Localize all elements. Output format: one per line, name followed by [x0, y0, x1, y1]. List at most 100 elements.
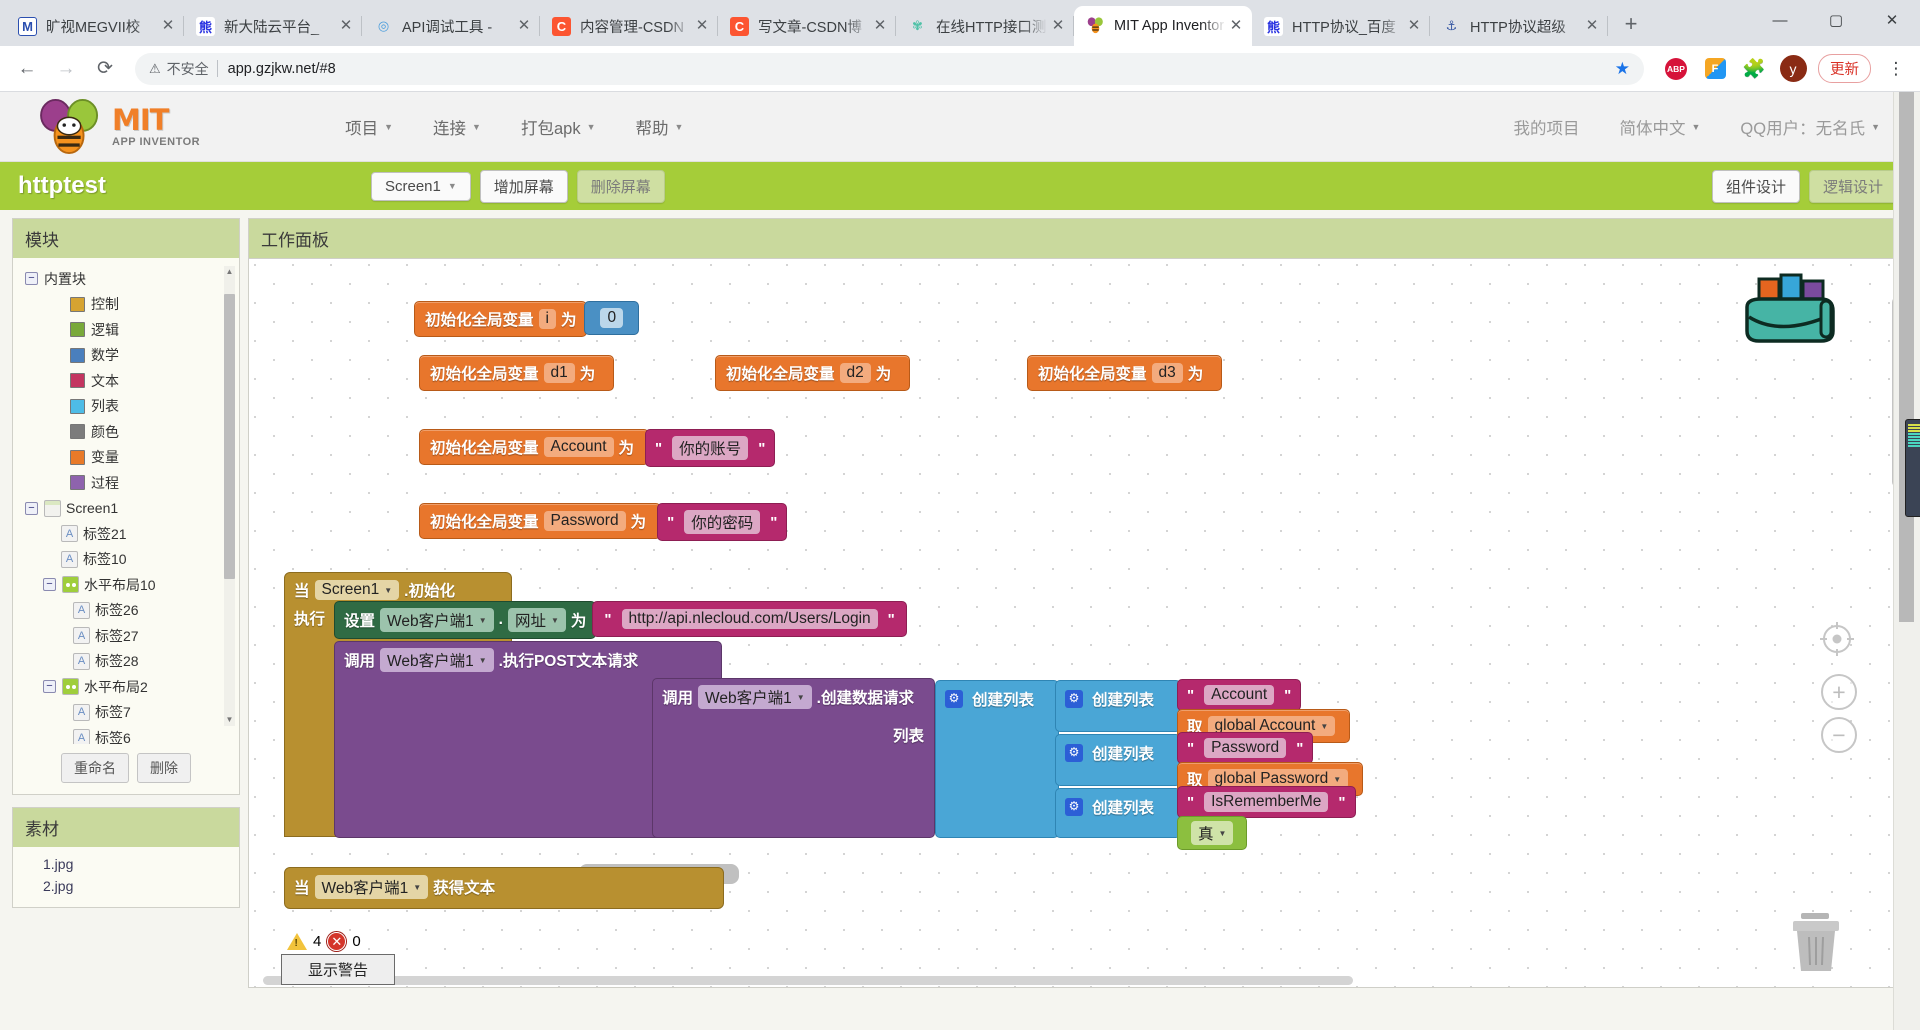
tree-item-label10[interactable]: A 标签10: [13, 547, 223, 573]
tree-item-label6[interactable]: A 标签6: [13, 725, 223, 744]
adblock-plus-icon[interactable]: ABP: [1661, 54, 1691, 84]
maximize-icon[interactable]: ▢: [1808, 0, 1864, 40]
block-make-list-outer[interactable]: ⚙ 创建列表: [935, 680, 1059, 838]
close-icon[interactable]: ✕: [158, 16, 178, 36]
scroll-up-icon[interactable]: ▲: [224, 266, 235, 278]
gear-icon[interactable]: ⚙: [945, 690, 963, 708]
zoom-in-button[interactable]: +: [1821, 674, 1857, 710]
component-dropdown[interactable]: Web客户端1 ▼: [380, 648, 494, 672]
tab-designer[interactable]: 组件设计: [1711, 169, 1800, 203]
text-field[interactable]: Account: [1204, 685, 1275, 705]
text-field[interactable]: Password: [1204, 738, 1287, 758]
palette-item-variables[interactable]: 变量: [13, 445, 223, 471]
close-icon[interactable]: ✕: [692, 16, 712, 36]
close-icon[interactable]: ✕: [1226, 16, 1246, 36]
forward-icon[interactable]: →: [49, 52, 83, 86]
avatar[interactable]: y: [1778, 54, 1808, 84]
blocks-canvas[interactable]: 初始化全局变量 i 为 0 初始化全局变量 d1 为 初始化全局变量 d2 为 …: [248, 258, 1906, 988]
block-call-build-request-data[interactable]: 调用 Web客户端1 ▼ .创建数据请求 列表: [652, 678, 935, 838]
backpack-icon[interactable]: [1737, 271, 1845, 356]
trash-icon[interactable]: [1787, 911, 1845, 973]
screen-selector[interactable]: Screen1 ▼: [370, 171, 471, 201]
puzzle-icon[interactable]: 🧩: [1739, 54, 1769, 84]
block-make-list-password[interactable]: ⚙ 创建列表: [1055, 734, 1181, 786]
browser-menu-icon[interactable]: ⋮: [1880, 54, 1910, 84]
component-dropdown[interactable]: Web客户端1 ▼: [698, 685, 812, 709]
remove-screen-button[interactable]: 删除屏幕: [576, 169, 665, 203]
menu-item-project[interactable]: 项目 ▼: [345, 115, 393, 139]
tree-item-label28[interactable]: A 标签28: [13, 649, 223, 675]
component-dropdown[interactable]: Web客户端1 ▼: [314, 875, 429, 899]
variable-name-field[interactable]: d1: [543, 363, 575, 383]
tree-item-label26[interactable]: A 标签26: [13, 598, 223, 624]
rename-button[interactable]: 重命名: [61, 753, 129, 783]
block-set-web-url[interactable]: 设置 Web客户端1 ▼ . 网址 ▼ 为 " http://api.nlecl…: [334, 601, 907, 639]
block-init-global-account[interactable]: 初始化全局变量 Account 为 " 你的账号 ": [419, 429, 776, 467]
tab-blocks[interactable]: 逻辑设计: [1808, 169, 1897, 203]
close-icon[interactable]: ✕: [870, 16, 890, 36]
text-field[interactable]: 你的密码: [684, 510, 761, 534]
browser-tab[interactable]: 熊 新大陆云平台_ ✕: [184, 6, 362, 46]
browser-tab[interactable]: ⚓ HTTP协议超级 ✕: [1430, 6, 1608, 46]
tree-item-harrange10[interactable]: − 水平布局10: [13, 572, 223, 598]
palette-item-math[interactable]: 数学: [13, 343, 223, 369]
new-tab-button[interactable]: +: [1614, 9, 1648, 43]
minimize-icon[interactable]: —: [1752, 0, 1808, 40]
variable-name-field[interactable]: Account: [543, 437, 614, 457]
palette-item-text[interactable]: 文本: [13, 368, 223, 394]
block-text-account-key[interactable]: " Account ": [1177, 679, 1302, 711]
close-icon[interactable]: ✕: [1048, 16, 1068, 36]
block-init-global-password[interactable]: 初始化全局变量 Password 为 " 你的密码 ": [419, 503, 788, 541]
list-item[interactable]: 2.jpg: [13, 875, 239, 897]
collapse-icon[interactable]: −: [43, 680, 56, 694]
canvas-horizontal-scrollbar[interactable]: [263, 976, 1353, 985]
browser-tab[interactable]: C 内容管理-CSDN ✕: [540, 6, 718, 46]
collapse-icon[interactable]: −: [43, 578, 56, 592]
tree-item-screen1[interactable]: − Screen1: [13, 496, 223, 522]
block-init-global-d1[interactable]: 初始化全局变量 d1 为: [419, 355, 615, 391]
block-init-global-i[interactable]: 初始化全局变量 i 为 0: [414, 301, 640, 337]
mit-app-inventor-logo[interactable]: MIT APP INVENTOR: [32, 98, 200, 155]
browser-tab-active[interactable]: MIT App Inventor ✕: [1074, 6, 1252, 46]
url-text-field[interactable]: http://api.nlecloud.com/Users/Login: [621, 609, 878, 629]
palette-item-lists[interactable]: 列表: [13, 394, 223, 420]
variable-name-field[interactable]: Password: [543, 511, 626, 531]
boolean-dropdown[interactable]: 真 ▼: [1191, 821, 1234, 845]
language-selector[interactable]: 简体中文 ▼: [1619, 115, 1700, 139]
zoom-out-button[interactable]: −: [1821, 717, 1857, 753]
feedly-icon[interactable]: F: [1700, 54, 1730, 84]
close-window-icon[interactable]: ✕: [1864, 0, 1920, 40]
tree-item-label21[interactable]: A 标签21: [13, 521, 223, 547]
tree-item-label27[interactable]: A 标签27: [13, 623, 223, 649]
delete-button[interactable]: 删除: [137, 753, 191, 783]
scrollbar-thumb[interactable]: [1899, 92, 1914, 622]
browser-tab[interactable]: 熊 HTTP协议_百度 ✕: [1252, 6, 1430, 46]
component-dropdown[interactable]: Screen1 ▼: [314, 580, 400, 600]
menu-item-build-apk[interactable]: 打包apk ▼: [521, 115, 596, 139]
page-scrollbar[interactable]: [1893, 92, 1920, 1030]
browser-tab[interactable]: M 旷视MEGVII校 ✕: [6, 6, 184, 46]
add-screen-button[interactable]: 增加屏幕: [479, 169, 568, 203]
update-button[interactable]: 更新: [1818, 54, 1871, 83]
close-icon[interactable]: ✕: [1582, 16, 1602, 36]
tree-item-builtin[interactable]: − 内置块: [13, 266, 223, 292]
block-text-isrememberme-key[interactable]: " IsRememberMe ": [1177, 786, 1356, 818]
browser-tab[interactable]: ◎ API调试工具 - ✕: [362, 6, 540, 46]
collapse-icon[interactable]: −: [25, 501, 38, 515]
gear-icon[interactable]: ⚙: [1065, 798, 1083, 816]
text-field[interactable]: IsRememberMe: [1204, 792, 1329, 812]
variable-name-field[interactable]: i: [538, 309, 556, 329]
variable-name-field[interactable]: d3: [1151, 363, 1183, 383]
block-logic-true[interactable]: 真 ▼: [1177, 816, 1248, 850]
bookmark-star-icon[interactable]: ★: [1615, 59, 1630, 79]
gear-icon[interactable]: ⚙: [1065, 744, 1083, 762]
block-text-password-key[interactable]: " Password ": [1177, 732, 1314, 764]
center-blocks-button[interactable]: [1817, 619, 1857, 664]
palette-item-logic[interactable]: 逻辑: [13, 317, 223, 343]
my-projects-link[interactable]: 我的项目: [1513, 115, 1579, 139]
block-init-global-d2[interactable]: 初始化全局变量 d2 为: [715, 355, 911, 391]
browser-tab[interactable]: ✾ 在线HTTP接口测 ✕: [896, 6, 1074, 46]
list-item[interactable]: 1.jpg: [13, 853, 239, 875]
tree-item-harrange2[interactable]: − 水平布局2: [13, 674, 223, 700]
reload-icon[interactable]: ⟳: [88, 52, 122, 86]
